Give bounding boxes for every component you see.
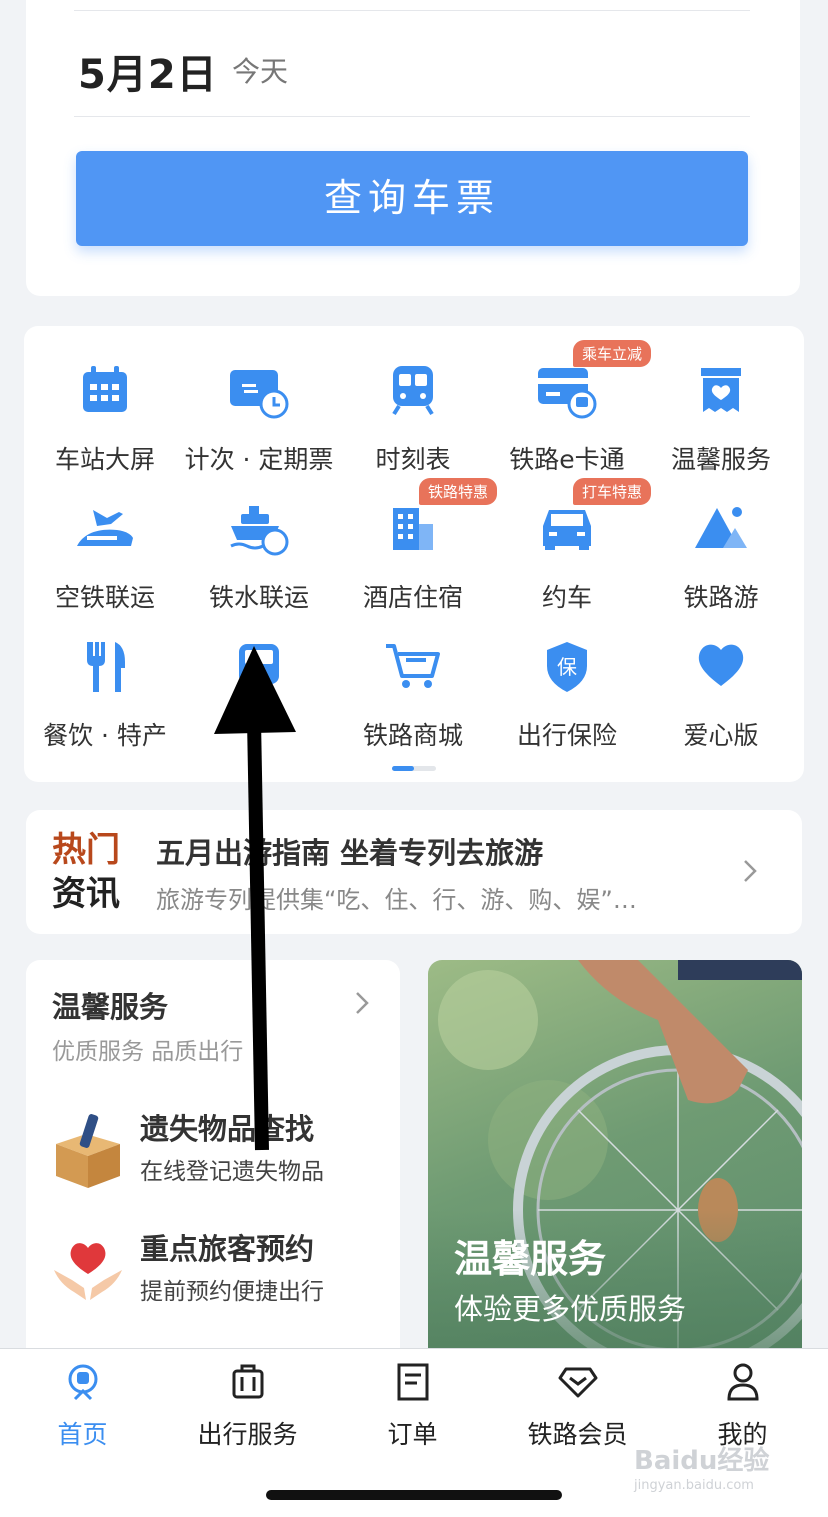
- home-train-icon: [68, 1364, 97, 1401]
- up-arrow-annotation: [214, 646, 296, 1151]
- user-icon: [726, 1363, 759, 1401]
- home-indicator[interactable]: [266, 1490, 562, 1500]
- watermark-url: jingyan.baidu.com: [634, 1478, 754, 1493]
- watermark: Baidu经验: [634, 1446, 770, 1476]
- tab-travel-services[interactable]: 出行服务: [165, 1363, 330, 1453]
- luggage-icon: [232, 1364, 263, 1399]
- document-icon: [397, 1363, 428, 1401]
- tab-orders[interactable]: 订单: [330, 1363, 495, 1453]
- diamond-icon: [558, 1367, 597, 1398]
- tab-home[interactable]: 首页: [0, 1363, 165, 1453]
- tab-label: 出行服务: [197, 1420, 298, 1449]
- tab-label: 首页: [57, 1420, 108, 1449]
- tab-label: 订单: [387, 1420, 438, 1449]
